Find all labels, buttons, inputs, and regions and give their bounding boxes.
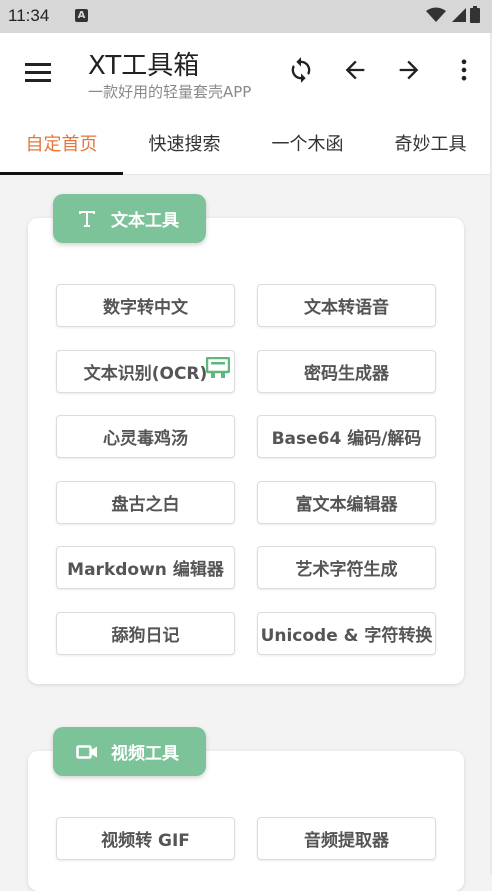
tool-text-to-speech[interactable]: 文本转语音 xyxy=(257,284,436,327)
tab-label: 奇妙工具 xyxy=(394,134,467,155)
refresh-button[interactable] xyxy=(284,53,318,87)
refresh-icon xyxy=(291,57,311,83)
tab-bar: 自定首页 快速搜索 一个木函 奇妙工具 xyxy=(0,111,492,175)
tool-unicode-convert[interactable]: Unicode & 字符转换 xyxy=(257,612,436,655)
tool-art-characters[interactable]: 艺术字符生成 xyxy=(257,546,436,589)
wifi-icon xyxy=(426,7,446,22)
video-tools-badge: 视频工具 xyxy=(53,727,206,776)
tool-label: Base64 编码/解码 xyxy=(271,429,422,449)
app-title: XT工具箱 xyxy=(88,51,200,81)
tool-label: 盘古之白 xyxy=(111,495,180,515)
video-camera-icon xyxy=(75,744,99,760)
tool-video-to-gif[interactable]: 视频转 GIF xyxy=(56,817,235,860)
tool-label: 文本转语音 xyxy=(304,298,389,318)
tab-yige-muhan[interactable]: 一个木函 xyxy=(246,111,369,175)
tool-label: 音频提取器 xyxy=(304,831,389,851)
tool-number-to-chinese[interactable]: 数字转中文 xyxy=(56,284,235,327)
tab-label: 自定首页 xyxy=(25,134,98,155)
tool-rich-text-editor[interactable]: 富文本编辑器 xyxy=(257,481,436,524)
tool-pangu-spacing[interactable]: 盘古之白 xyxy=(56,481,235,524)
signal-icon xyxy=(452,7,466,22)
more-options-button[interactable] xyxy=(447,53,481,87)
tool-label: 数字转中文 xyxy=(103,298,188,318)
tool-markdown-editor[interactable]: Markdown 编辑器 xyxy=(56,546,235,589)
back-button[interactable] xyxy=(338,53,372,87)
tool-label: Unicode & 字符转换 xyxy=(260,626,433,646)
tab-wonderful-tools[interactable]: 奇妙工具 xyxy=(369,111,492,175)
tool-label: 艺术字符生成 xyxy=(295,560,398,580)
arrow-left-icon xyxy=(345,60,365,80)
section-title: 文本工具 xyxy=(111,211,179,231)
ocr-feedback-icon xyxy=(206,357,230,378)
tool-label: 视频转 GIF xyxy=(101,831,190,851)
hamburger-menu-icon xyxy=(25,63,51,82)
tool-label: 文本识别(OCR) xyxy=(83,364,208,384)
tool-chicken-soup[interactable]: 心灵毒鸡汤 xyxy=(56,415,235,458)
more-vert-icon xyxy=(461,59,467,81)
tab-label: 一个木函 xyxy=(271,134,344,155)
tool-label: 心灵毒鸡汤 xyxy=(103,429,188,449)
tool-dog-diary[interactable]: 舔狗日记 xyxy=(56,612,235,655)
tool-password-generator[interactable]: 密码生成器 xyxy=(257,350,436,393)
tab-custom-home[interactable]: 自定首页 xyxy=(0,111,123,175)
text-tools-card: 数字转中文 文本转语音 文本识别(OCR) 密码生成器 心灵毒鸡汤 Base64… xyxy=(28,218,464,684)
text-tools-badge: 文本工具 xyxy=(53,194,206,243)
tab-quick-search[interactable]: 快速搜索 xyxy=(123,111,246,175)
status-bar: 11:34 A xyxy=(0,0,492,33)
status-time: 11:34 xyxy=(8,6,50,25)
tool-audio-extractor[interactable]: 音频提取器 xyxy=(257,817,436,860)
tool-label: 舔狗日记 xyxy=(111,626,180,646)
tool-base64[interactable]: Base64 编码/解码 xyxy=(257,415,436,458)
arrow-right-icon xyxy=(399,60,419,80)
notification-a-icon: A xyxy=(75,9,88,22)
tab-label: 快速搜索 xyxy=(148,134,221,155)
tab-indicator xyxy=(0,172,123,175)
status-icons xyxy=(426,6,480,23)
app-subtitle: 一款好用的轻量套壳APP xyxy=(88,83,252,101)
battery-icon xyxy=(470,6,480,23)
tool-label: 富文本编辑器 xyxy=(295,495,398,515)
tool-ocr[interactable]: 文本识别(OCR) xyxy=(56,350,235,393)
tool-label: 密码生成器 xyxy=(304,364,389,384)
text-icon xyxy=(75,210,99,228)
app-toolbar: XT工具箱 一款好用的轻量套壳APP xyxy=(0,33,492,111)
section-title: 视频工具 xyxy=(111,744,179,764)
menu-button[interactable] xyxy=(22,57,54,87)
tool-label: Markdown 编辑器 xyxy=(67,560,224,580)
forward-button[interactable] xyxy=(392,53,426,87)
